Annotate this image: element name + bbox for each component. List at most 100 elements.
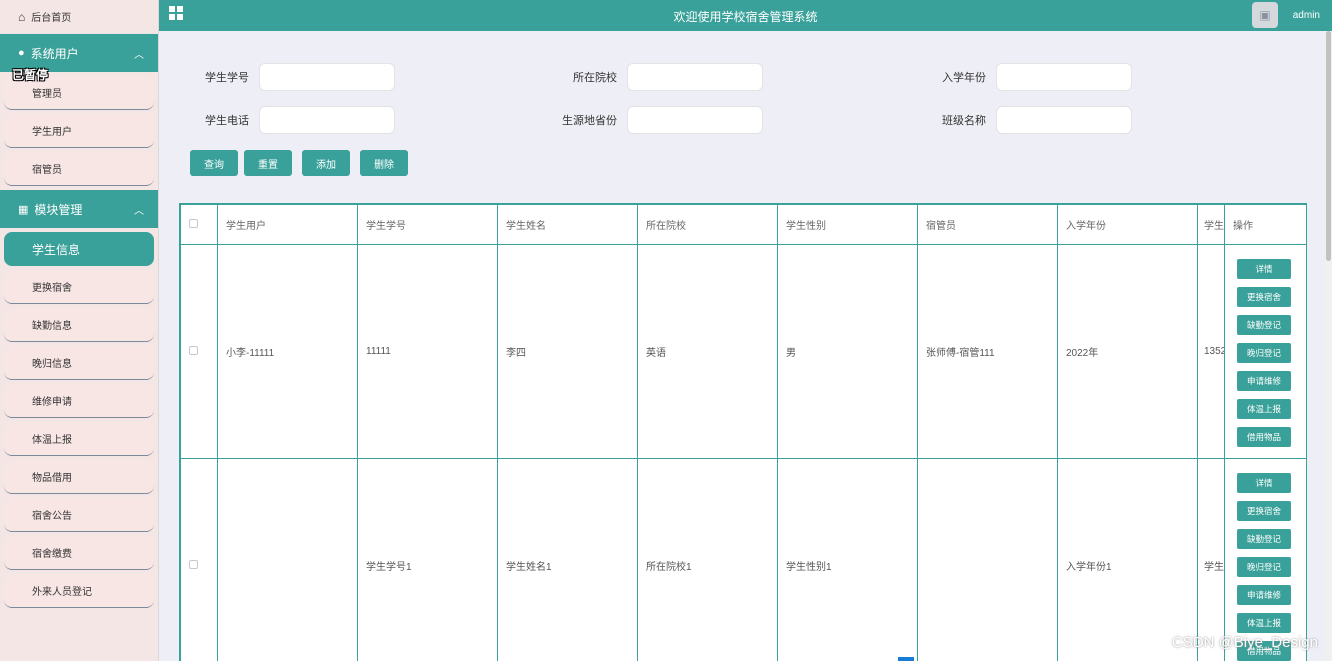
- column-header-actions: 操作: [1224, 204, 1306, 245]
- sidebar-item-student-info[interactable]: 学生信息: [4, 232, 154, 266]
- late-return-register-button[interactable]: 晚归登记: [1237, 557, 1291, 577]
- table-cell: 1352: [1197, 244, 1225, 459]
- sidebar-item-label: 晚归信息: [32, 359, 72, 370]
- temperature-report-button[interactable]: 体温上报: [1237, 613, 1291, 633]
- sidebar: ⌂ 后台首页 ● 系统用户 ︿ 管理员 学生用户 宿管员 ▦ 模块管理 ︿ 学生…: [0, 0, 159, 661]
- school-input[interactable]: [627, 63, 763, 91]
- query-button[interactable]: 查询: [190, 150, 238, 176]
- table-cell: 小李-11111: [217, 244, 358, 459]
- sidebar-item-absence[interactable]: 缺勤信息: [4, 308, 154, 342]
- table-row: 小李-11111 11111 李四 英语 男 张师傅-宿管111 2022年 1…: [180, 244, 1306, 459]
- app-title: 欢迎使用学校宿舍管理系统: [673, 10, 818, 24]
- watermark: CSDN @Biye_Design: [1171, 634, 1318, 651]
- table-cell: 所在院校1: [637, 458, 778, 661]
- vertical-scrollbar[interactable]: [1325, 31, 1332, 661]
- table-cell: [917, 458, 1058, 661]
- temperature-report-button[interactable]: 体温上报: [1237, 399, 1291, 419]
- sidebar-item-label: 缺勤信息: [32, 321, 72, 332]
- sidebar-item-dorm-managers[interactable]: 宿管员: [4, 152, 154, 186]
- table-cell: 11111: [357, 244, 498, 459]
- sidebar-group-label: 模块管理: [34, 202, 83, 217]
- sidebar-item-change-dorm[interactable]: 更换宿舍: [4, 270, 154, 304]
- home-icon: ⌂: [18, 9, 26, 24]
- table-cell: 李四: [497, 244, 638, 459]
- sidebar-item-label: 宿舍缴费: [32, 549, 72, 560]
- search-label: 所在院校: [573, 72, 617, 84]
- column-header: 所在院校: [637, 204, 778, 245]
- add-button[interactable]: 添加: [302, 150, 350, 176]
- change-dorm-button[interactable]: 更换宿舍: [1237, 501, 1291, 521]
- search-label: 入学年份: [942, 72, 986, 84]
- late-return-register-button[interactable]: 晚归登记: [1237, 343, 1291, 363]
- sidebar-group-modules[interactable]: ▦ 模块管理 ︿: [0, 190, 158, 228]
- row-actions-cell: 详情 更换宿舍 缺勤登记 晚归登记 申请维修 体温上报 借用物品: [1224, 458, 1306, 661]
- student-no-input[interactable]: [259, 63, 395, 91]
- select-all-checkbox[interactable]: [189, 218, 198, 228]
- apply-repair-button[interactable]: 申请维修: [1237, 371, 1291, 391]
- table-cell: 学生性别1: [777, 458, 918, 661]
- search-label: 学生电话: [205, 115, 249, 127]
- sidebar-item-label: 维修申请: [32, 397, 72, 408]
- sidebar-item-borrow[interactable]: 物品借用: [4, 460, 154, 494]
- column-header: 学生: [1197, 204, 1225, 245]
- change-dorm-button[interactable]: 更换宿舍: [1237, 287, 1291, 307]
- user-icon: ●: [18, 47, 25, 59]
- detail-button[interactable]: 详情: [1237, 259, 1291, 279]
- sidebar-item-visitors[interactable]: 外来人员登记: [4, 574, 154, 608]
- sidebar-item-fees[interactable]: 宿舍缴费: [4, 536, 154, 570]
- student-table: 学生用户 学生学号 学生姓名 所在院校 学生性别 宿管员 入学年份 学生 操作 …: [179, 203, 1307, 661]
- reset-button[interactable]: 重置: [244, 150, 292, 176]
- detail-button[interactable]: 详情: [1237, 473, 1291, 493]
- search-label: 班级名称: [942, 115, 986, 127]
- province-input[interactable]: [627, 106, 763, 134]
- sidebar-item-repair[interactable]: 维修申请: [4, 384, 154, 418]
- borrow-item-button[interactable]: 借用物品: [1237, 427, 1291, 447]
- column-header: 学生姓名: [497, 204, 638, 245]
- search-field-phone: 学生电话: [179, 106, 395, 134]
- search-field-province: 生源地省份: [547, 106, 763, 134]
- table-cell: [217, 458, 358, 661]
- apply-repair-button[interactable]: 申请维修: [1237, 585, 1291, 605]
- username[interactable]: admin: [1293, 10, 1320, 21]
- delete-button[interactable]: 删除: [360, 150, 408, 176]
- row-select-cell[interactable]: [180, 458, 218, 661]
- row-checkbox[interactable]: [189, 559, 198, 569]
- sidebar-item-temperature[interactable]: 体温上报: [4, 422, 154, 456]
- class-input[interactable]: [996, 106, 1132, 134]
- select-all-cell[interactable]: [180, 204, 218, 245]
- enroll-year-input[interactable]: [996, 63, 1132, 91]
- table-cell: 张师傅-宿管111: [917, 244, 1058, 459]
- table-cell: 2022年: [1057, 244, 1198, 459]
- sidebar-item-label: 学生用户: [32, 127, 72, 138]
- absence-register-button[interactable]: 缺勤登记: [1237, 315, 1291, 335]
- avatar[interactable]: ▣: [1252, 2, 1278, 28]
- sidebar-item-label: 宿管员: [32, 165, 62, 176]
- sidebar-item-label: 体温上报: [32, 435, 72, 446]
- sidebar-item-home[interactable]: ⌂ 后台首页: [0, 0, 158, 34]
- blue-marker: [898, 657, 914, 661]
- sidebar-item-student-users[interactable]: 学生用户: [4, 114, 154, 148]
- table-cell: 学生学号1: [357, 458, 498, 661]
- main-content: 学生学号 所在院校 入学年份 学生电话 生源地省份 班级名称 查询 重置 添加 …: [159, 31, 1325, 661]
- row-select-cell[interactable]: [180, 244, 218, 459]
- search-field-enroll-year: 入学年份: [916, 63, 1132, 91]
- sidebar-item-label: 物品借用: [32, 473, 72, 484]
- row-checkbox[interactable]: [189, 345, 198, 355]
- chevron-up-icon: ︿: [134, 206, 144, 217]
- sidebar-item-notice[interactable]: 宿舍公告: [4, 498, 154, 532]
- image-icon: ▣: [1259, 8, 1271, 22]
- scrollbar-thumb[interactable]: [1326, 31, 1331, 261]
- sidebar-item-label: 更换宿舍: [32, 283, 72, 294]
- sidebar-item-label: 管理员: [32, 89, 62, 100]
- sidebar-item-label: 学生信息: [32, 242, 81, 257]
- search-label: 学生学号: [205, 72, 249, 84]
- table-header-row: 学生用户 学生学号 学生姓名 所在院校 学生性别 宿管员 入学年份 学生 操作: [180, 204, 1306, 245]
- chevron-up-icon: ︿: [134, 50, 144, 61]
- absence-register-button[interactable]: 缺勤登记: [1237, 529, 1291, 549]
- sidebar-item-late-return[interactable]: 晚归信息: [4, 346, 154, 380]
- row-actions-cell: 详情 更换宿舍 缺勤登记 晚归登记 申请维修 体温上报 借用物品: [1224, 244, 1306, 459]
- sidebar-group-label: 系统用户: [30, 46, 79, 61]
- phone-input[interactable]: [259, 106, 395, 134]
- top-bar: 欢迎使用学校宿舍管理系统 ▣ admin: [159, 0, 1332, 31]
- search-field-student-no: 学生学号: [179, 63, 395, 91]
